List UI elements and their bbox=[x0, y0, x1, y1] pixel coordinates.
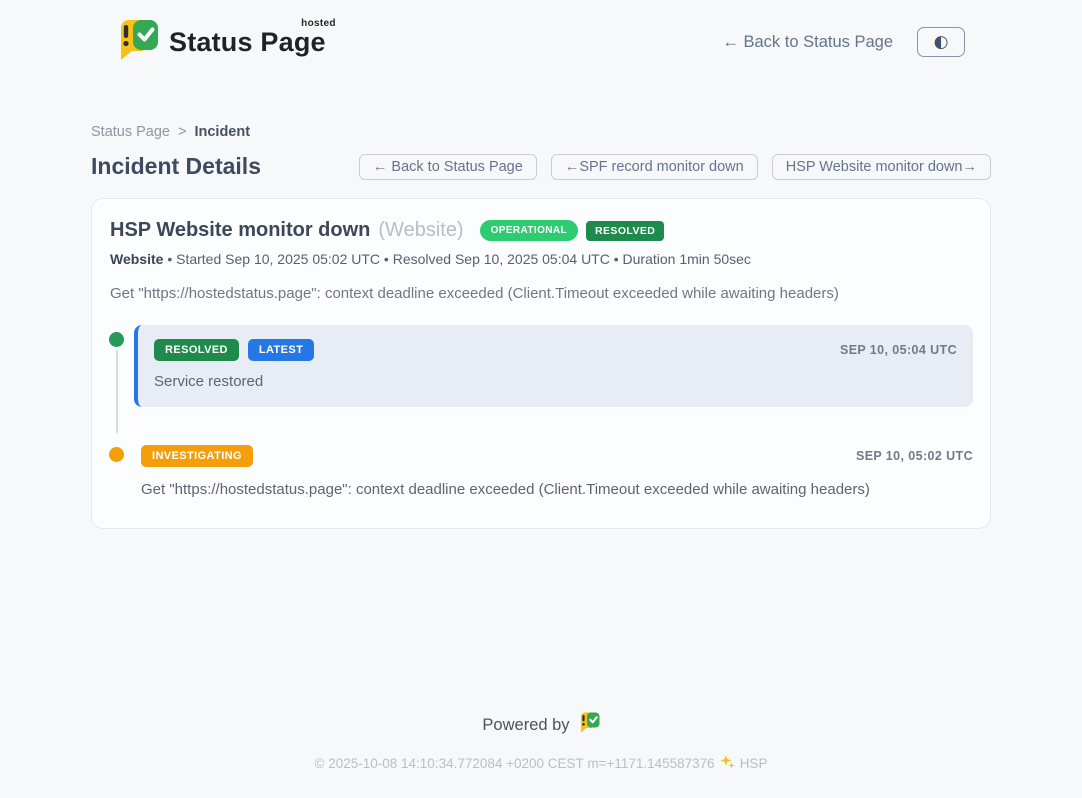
powered-by[interactable]: Powered by bbox=[482, 712, 599, 738]
incident-meta-details: • Started Sep 10, 2025 05:02 UTC • Resol… bbox=[167, 251, 751, 267]
resolved-badge: RESOLVED bbox=[154, 339, 239, 361]
timeline-entry-investigating: INVESTIGATING SEP 10, 05:02 UTC Get "htt… bbox=[110, 445, 973, 498]
timeline-dot-resolved bbox=[109, 332, 124, 347]
operational-status-badge: OPERATIONAL bbox=[480, 220, 578, 241]
sparkles-icon bbox=[720, 754, 735, 772]
page-title: Incident Details bbox=[91, 153, 261, 180]
timeline-resolved-box: RESOLVED LATEST SEP 10, 05:04 UTC Servic… bbox=[134, 325, 973, 407]
incident-meta: Website • Started Sep 10, 2025 05:02 UTC… bbox=[110, 251, 973, 267]
header-back-link[interactable]: ← Back to Status Page bbox=[722, 33, 893, 52]
incident-nav-buttons: ← Back to Status Page ←SPF record monito… bbox=[359, 154, 991, 180]
footer: Powered by © 2025-10-08 14:10:34.772084 … bbox=[0, 712, 1082, 798]
copyright-text: © 2025-10-08 14:10:34.772084 +0200 CEST … bbox=[315, 756, 715, 771]
breadcrumb-status-page[interactable]: Status Page bbox=[91, 124, 170, 140]
timeline-investigating-message: Get "https://hostedstatus.page": context… bbox=[141, 481, 973, 498]
incident-title: HSP Website monitor down bbox=[110, 219, 370, 242]
timeline-resolved-timestamp: SEP 10, 05:04 UTC bbox=[840, 343, 957, 357]
timeline-resolved-message: Service restored bbox=[154, 373, 957, 390]
header: Status Page hosted ← Back to Status Page… bbox=[117, 0, 965, 74]
incident-card: HSP Website monitor down (Website) OPERA… bbox=[91, 198, 991, 529]
header-actions: ← Back to Status Page ◐ bbox=[722, 27, 965, 57]
brand-name: Status Page hosted bbox=[169, 27, 330, 58]
copyright: © 2025-10-08 14:10:34.772084 +0200 CEST … bbox=[0, 754, 1082, 772]
incident-timeline: RESOLVED LATEST SEP 10, 05:04 UTC Servic… bbox=[110, 325, 973, 498]
incident-component: (Website) bbox=[378, 219, 463, 242]
breadcrumb-separator: > bbox=[178, 124, 186, 140]
breadcrumb-incident: Incident bbox=[194, 124, 250, 140]
main-content: Status Page > Incident Incident Details … bbox=[91, 124, 991, 529]
latest-badge: LATEST bbox=[248, 339, 314, 361]
powered-by-label: Powered by bbox=[482, 716, 569, 735]
timeline-dot-investigating bbox=[109, 447, 124, 462]
title-row: Incident Details ← Back to Status Page ←… bbox=[91, 153, 991, 180]
brand-logo[interactable]: Status Page hosted bbox=[117, 19, 330, 66]
copyright-suffix: HSP bbox=[740, 756, 768, 771]
incident-service: Website bbox=[110, 251, 163, 267]
theme-toggle-button[interactable]: ◐ bbox=[917, 27, 965, 57]
brand-superscript: hosted bbox=[301, 18, 336, 29]
prev-incident-button[interactable]: ←SPF record monitor down bbox=[551, 154, 758, 180]
timeline-entry-resolved: RESOLVED LATEST SEP 10, 05:04 UTC Servic… bbox=[110, 325, 973, 407]
timeline-resolved-badge-row: RESOLVED LATEST SEP 10, 05:04 UTC bbox=[154, 339, 957, 361]
incident-description: Get "https://hostedstatus.page": context… bbox=[110, 285, 973, 302]
investigating-badge: INVESTIGATING bbox=[141, 445, 253, 467]
half-circle-theme-icon: ◐ bbox=[934, 34, 949, 51]
resolved-status-badge: RESOLVED bbox=[586, 221, 664, 241]
back-to-status-page-button[interactable]: ← Back to Status Page bbox=[359, 154, 537, 180]
breadcrumb: Status Page > Incident bbox=[91, 124, 991, 140]
status-bubble-icon bbox=[117, 19, 159, 66]
next-incident-button[interactable]: HSP Website monitor down→ bbox=[772, 154, 991, 180]
timeline-investigating-badge-row: INVESTIGATING SEP 10, 05:02 UTC bbox=[141, 445, 973, 467]
status-bubble-icon-small bbox=[579, 712, 600, 738]
incident-header: HSP Website monitor down (Website) OPERA… bbox=[110, 219, 973, 242]
timeline-investigating-timestamp: SEP 10, 05:02 UTC bbox=[856, 449, 973, 463]
